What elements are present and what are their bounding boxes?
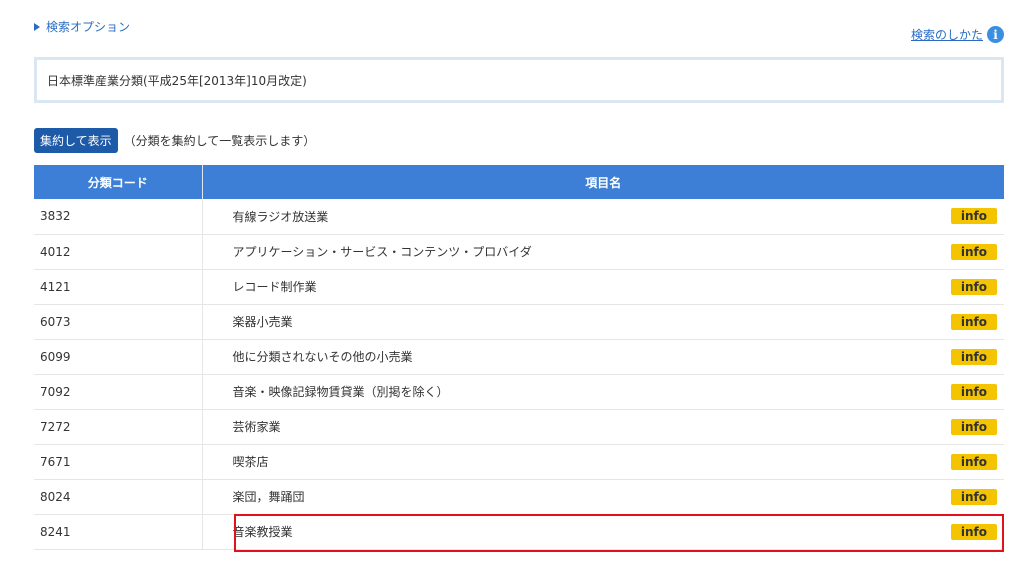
table-row: 7092 音楽・映像記録物賃貸業（別掲を除く） info [34, 374, 1004, 410]
item-name: 有線ラジオ放送業 [232, 209, 329, 224]
item-name: 芸術家業 [232, 420, 281, 434]
item-name: アプリケーション・サービス・コンテンツ・プロバイダ [232, 245, 532, 259]
column-header-code: 分類コード [34, 165, 203, 199]
aggregate-row: 集約して表示 （分類を集約して一覧表示します） [34, 128, 315, 153]
code-cell: 8241 [34, 514, 203, 550]
info-button[interactable]: info [950, 453, 997, 470]
results-table: 分類コード 項目名 3832 有線ラジオ放送業 info 4012 アプリケーショ… [34, 165, 1004, 550]
table-row: 7671 喫茶店 info [34, 444, 1004, 480]
classification-display: 日本標準産業分類(平成25年[2013年]10月改定) [34, 57, 1004, 103]
search-options-toggle[interactable]: 検索オプション [34, 18, 130, 35]
name-cell: 他に分類されないその他の小売業 info [202, 339, 1004, 375]
classification-label: 日本標準産業分類(平成25年[2013年]10月改定) [47, 73, 307, 88]
info-button[interactable]: info [950, 348, 997, 365]
table-row: 4012 アプリケーション・サービス・コンテンツ・プロバイダ info [34, 234, 1004, 270]
info-button[interactable]: info [950, 208, 997, 225]
code-cell: 8024 [34, 479, 203, 515]
info-button[interactable]: info [950, 278, 997, 295]
table-row: 4121 レコード制作業 info [34, 269, 1004, 305]
table-row: 7272 芸術家業 info [34, 409, 1004, 445]
info-button[interactable]: info [950, 313, 997, 330]
code-cell: 6073 [34, 304, 203, 340]
code-cell: 7092 [34, 374, 203, 410]
item-name: レコード制作業 [232, 280, 317, 294]
item-name: 楽団，舞踊団 [232, 490, 305, 504]
code-cell: 7272 [34, 409, 203, 445]
code-cell: 4121 [34, 269, 203, 305]
name-cell: レコード制作業 info [202, 269, 1004, 305]
name-cell: 音楽教授業 info [202, 514, 1004, 550]
info-button[interactable]: info [950, 418, 997, 435]
table-row: 3832 有線ラジオ放送業 info [34, 199, 1004, 235]
info-icon[interactable]: i [987, 26, 1004, 43]
code-cell: 6099 [34, 339, 203, 375]
table-row: 6099 他に分類されないその他の小売業 info [34, 339, 1004, 375]
item-name: 音楽教授業 [232, 525, 293, 539]
name-cell: 有線ラジオ放送業 info [202, 199, 1004, 235]
info-button[interactable]: info [950, 488, 997, 505]
name-cell: 楽器小売業 info [202, 304, 1004, 340]
item-name: 楽器小売業 [232, 315, 293, 329]
table-header-row: 分類コード 項目名 [34, 165, 1004, 199]
table-row: 8241 音楽教授業 info [34, 514, 1004, 550]
column-header-name: 項目名 [202, 165, 1004, 199]
item-name: 音楽・映像記録物賃貸業（別掲を除く） [232, 385, 449, 399]
aggregate-button[interactable]: 集約して表示 [34, 128, 118, 153]
search-options-label: 検索オプション [46, 20, 131, 34]
code-cell: 3832 [34, 199, 203, 235]
aggregate-note: （分類を集約して一覧表示します） [123, 134, 316, 148]
info-button[interactable]: info [950, 383, 997, 400]
name-cell: 楽団，舞踊団 info [202, 479, 1004, 515]
top-bar: 検索オプション 検索のしかた i [34, 18, 1004, 43]
item-name: 他に分類されないその他の小売業 [232, 350, 413, 364]
name-cell: アプリケーション・サービス・コンテンツ・プロバイダ info [202, 234, 1004, 270]
item-name: 喫茶店 [232, 455, 269, 469]
info-button[interactable]: info [950, 243, 997, 260]
name-cell: 喫茶店 info [202, 444, 1004, 480]
table-row: 8024 楽団，舞踊団 info [34, 479, 1004, 515]
code-cell: 7671 [34, 444, 203, 480]
howto-link[interactable]: 検索のしかた [911, 26, 983, 43]
howto-group: 検索のしかた i [911, 26, 1004, 43]
triangle-right-icon [34, 22, 40, 31]
table-row: 6073 楽器小売業 info [34, 304, 1004, 340]
code-cell: 4012 [34, 234, 203, 270]
name-cell: 音楽・映像記録物賃貸業（別掲を除く） info [202, 374, 1004, 410]
info-button[interactable]: info [950, 523, 997, 540]
name-cell: 芸術家業 info [202, 409, 1004, 445]
